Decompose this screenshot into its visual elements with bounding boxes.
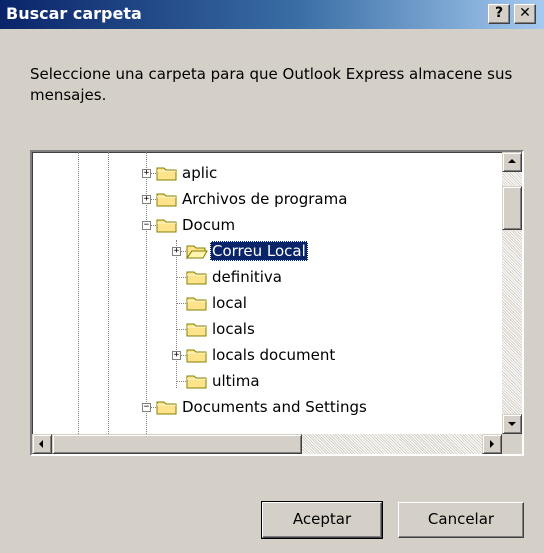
collapse-icon[interactable]: − [142,221,151,230]
expand-icon[interactable]: + [172,351,181,360]
accept-button[interactable]: Aceptar [261,501,383,539]
tree-item-label[interactable]: definitiva [210,267,284,287]
folder-icon [156,164,178,182]
dialog-title: Buscar carpeta [6,4,142,23]
tree-item-label[interactable]: aplic [180,163,219,183]
tree-item-label[interactable]: locals document [210,345,337,365]
tree-item-label[interactable]: Correu Local [210,241,308,261]
instruction-text: Seleccione una carpeta para que Outlook … [30,65,513,104]
tree-item-label[interactable]: Documents and Settings [180,397,369,417]
folder-icon [186,268,208,286]
close-button[interactable]: ✕ [514,4,536,24]
folder-icon [156,190,178,208]
tree-guide-line [108,152,109,434]
tree-item-label[interactable]: locals [210,319,257,339]
scroll-down-button[interactable] [502,414,522,434]
help-button[interactable]: ? [488,4,510,24]
scroll-right-button[interactable] [482,434,502,454]
arrow-right-icon [490,440,494,448]
tree-guide-line [78,152,79,434]
folder-tree[interactable]: + aplic + Archivos de programa − Docum + Correu… [30,150,524,456]
arrow-left-icon [39,440,43,448]
expand-icon[interactable]: + [142,195,151,204]
arrow-up-icon [508,159,516,163]
browse-folder-dialog: Buscar carpeta ? ✕ Seleccione una carpet… [0,0,544,553]
folder-icon [186,294,208,312]
folder-icon [156,216,178,234]
folder-icon [186,372,208,390]
tree-item-label[interactable]: ultima [210,371,262,391]
scroll-left-button[interactable] [32,434,52,454]
expand-icon[interactable]: + [142,169,151,178]
expand-icon[interactable]: + [172,247,181,256]
vertical-scrollbar[interactable] [502,152,522,434]
folder-icon [186,346,208,364]
title-bar[interactable]: Buscar carpeta ? ✕ [0,0,544,29]
arrow-down-icon [508,422,516,426]
vertical-scroll-thumb[interactable] [502,186,522,230]
tree-guide-line [176,240,177,388]
tree-item-label[interactable]: Docum [180,215,237,235]
tree-connector-line [176,381,186,382]
cancel-button[interactable]: Cancelar [398,502,524,538]
tree-connector-line [176,277,186,278]
tree-connector-line [176,329,186,330]
folder-icon [156,398,178,416]
scroll-up-button[interactable] [502,152,522,172]
tree-item-label[interactable]: Archivos de programa [180,189,349,209]
tree-item-label[interactable]: local [210,293,249,313]
collapse-icon[interactable]: − [142,403,151,412]
scrollbar-corner [502,434,522,454]
horizontal-scroll-thumb[interactable] [52,434,302,454]
folder-icon [186,320,208,338]
horizontal-scrollbar[interactable] [32,434,502,454]
tree-connector-line [176,303,186,304]
open-folder-icon [186,242,208,260]
